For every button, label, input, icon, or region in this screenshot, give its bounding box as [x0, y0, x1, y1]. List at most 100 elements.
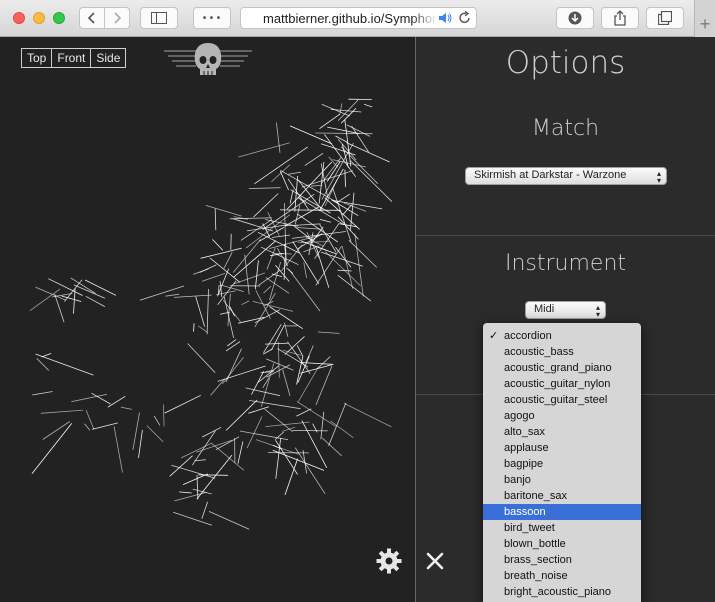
plot-line — [344, 169, 346, 187]
section-separator — [416, 235, 715, 236]
plot-line — [214, 208, 217, 231]
sidebar-toggle-button[interactable] — [140, 7, 178, 29]
plot-line — [253, 193, 279, 218]
dropdown-option[interactable]: acoustic_guitar_nylon — [483, 376, 641, 392]
plot-line — [300, 362, 333, 365]
plot-line — [284, 322, 289, 337]
new-tab-button[interactable]: + — [694, 0, 715, 37]
close-icon[interactable] — [425, 551, 445, 571]
dropdown-option[interactable]: acoustic_grand_piano — [483, 360, 641, 376]
plot-line — [139, 285, 185, 301]
plot-line — [196, 475, 199, 500]
dropdown-option[interactable]: blown_bottle — [483, 536, 641, 552]
plot-line — [165, 293, 180, 297]
plot-line — [174, 491, 207, 502]
plot-line — [319, 219, 332, 223]
plot-line — [36, 358, 50, 371]
dropdown-option[interactable]: agogo — [483, 408, 641, 424]
match-select[interactable]: Skirmish at Darkstar - Warzone ▴ ▾ — [465, 167, 667, 185]
reader-menu-button[interactable]: ••• — [193, 7, 231, 29]
plot-line — [196, 439, 232, 453]
dropdown-option-label: bright_acoustic_piano — [504, 586, 612, 598]
plot-line — [179, 491, 192, 494]
plot-line — [196, 454, 233, 500]
plot-line — [245, 214, 291, 249]
dropdown-option[interactable]: alto_sax — [483, 424, 641, 440]
dropdown-option-label: acoustic_bass — [504, 346, 574, 358]
plot-line — [263, 285, 272, 294]
minimize-window-button[interactable] — [33, 12, 45, 24]
plot-line — [272, 449, 325, 471]
speaker-icon[interactable] — [438, 12, 452, 24]
dropdown-option[interactable]: baritone_sax — [483, 488, 641, 504]
plot-line — [246, 224, 288, 232]
tabs-overview-button[interactable] — [646, 7, 684, 29]
dropdown-option[interactable]: acoustic_bass — [483, 344, 641, 360]
back-button[interactable] — [79, 7, 105, 29]
plot-line — [257, 365, 280, 383]
share-button[interactable] — [601, 7, 639, 29]
dropdown-option[interactable]: ✓ accordion — [483, 328, 641, 344]
plot-line — [350, 160, 393, 202]
plot-line — [335, 135, 348, 143]
dropdown-option[interactable]: bassoon — [483, 504, 641, 520]
match-heading: Match — [531, 116, 600, 141]
dropdown-option[interactable]: brass_section — [483, 552, 641, 568]
plot-line — [229, 217, 272, 220]
dropdown-option[interactable]: applause — [483, 440, 641, 456]
plot-line — [298, 366, 319, 402]
plot-line — [289, 189, 294, 204]
downloads-button[interactable] — [556, 7, 594, 29]
zoom-window-button[interactable] — [53, 12, 65, 24]
plot-line — [205, 205, 242, 217]
plot-line — [31, 423, 73, 474]
plot-line — [223, 252, 233, 269]
plot-line — [153, 415, 161, 426]
plot-line — [241, 300, 250, 306]
dropdown-option[interactable]: acoustic_guitar_steel — [483, 392, 641, 408]
plot-line — [264, 408, 293, 433]
dropdown-option[interactable]: bird_tweet — [483, 520, 641, 536]
plot-line — [342, 204, 352, 216]
plot-line — [332, 188, 352, 242]
forward-button[interactable] — [104, 7, 130, 29]
plot-line — [193, 323, 195, 332]
plot-line — [48, 278, 83, 296]
plot-line — [315, 246, 342, 286]
dropdown-option[interactable]: breath_noise — [483, 568, 641, 584]
plot-line — [337, 193, 351, 203]
dropdown-option[interactable]: bright_acoustic_piano — [483, 584, 641, 600]
plot-line — [265, 342, 289, 345]
plot-line — [246, 416, 263, 449]
instrument-type-select[interactable]: Midi ▴ ▾ — [525, 301, 606, 319]
plot-line — [296, 408, 312, 417]
instrument-heading: Instrument — [504, 251, 627, 276]
plot-line — [206, 289, 209, 335]
dropdown-option[interactable]: bagpipe — [483, 456, 641, 472]
visualization-panel[interactable]: Top Front Side — [0, 37, 415, 602]
plot-line — [288, 171, 301, 175]
url-fade — [411, 9, 437, 27]
address-bar[interactable]: mattbierner.github.io/Symphony — [240, 7, 477, 29]
plot-line — [84, 279, 117, 296]
plot-line — [292, 430, 328, 432]
plot-line — [252, 300, 294, 312]
plot-line — [328, 402, 347, 446]
instrument-dropdown-list[interactable]: ✓ accordion acoustic_bass acoustic_grand_pi… — [483, 323, 641, 602]
plot-line — [321, 103, 350, 117]
plot-line — [337, 274, 372, 302]
plot-line — [254, 292, 276, 328]
instrument-type-value: Midi — [534, 303, 555, 315]
plot-line — [146, 425, 164, 443]
gear-icon[interactable] — [376, 548, 402, 574]
plot-line — [187, 343, 216, 373]
plot-line — [346, 124, 371, 137]
plot-line — [344, 403, 392, 428]
plot-line — [32, 391, 53, 396]
more-icon: ••• — [201, 12, 223, 24]
dropdown-option-label: alto_sax — [504, 426, 545, 438]
dropdown-option-label: acoustic_grand_piano — [504, 362, 612, 374]
reload-icon[interactable] — [458, 11, 472, 25]
close-window-button[interactable] — [13, 12, 25, 24]
dropdown-option[interactable]: banjo — [483, 472, 641, 488]
